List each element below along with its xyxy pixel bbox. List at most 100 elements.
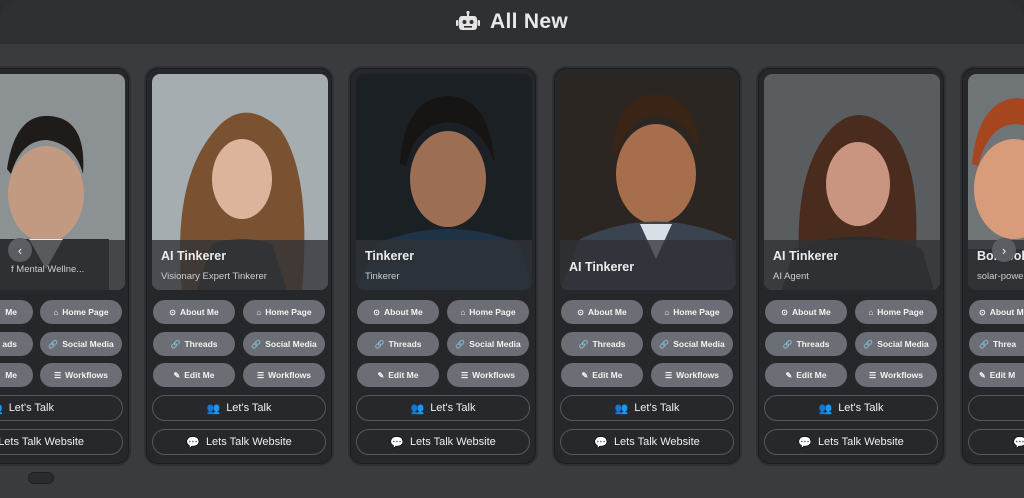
agent-name: AI Tinkerer xyxy=(569,260,635,274)
website-label: Lets Talk Website xyxy=(409,436,496,448)
edit-me-button[interactable]: ✎ Edit Me xyxy=(357,363,439,387)
website-label: Lets Talk Website xyxy=(0,436,84,448)
edit-icon: ✎ xyxy=(785,370,793,380)
carousel-next-button[interactable]: › xyxy=(992,238,1016,262)
threads-button[interactable]: 🔗 Threads xyxy=(765,332,847,356)
edit-me-button[interactable]: ✎ Edit M xyxy=(969,363,1024,387)
social-media-button[interactable]: 🔗 Social Media xyxy=(855,332,937,356)
workflows-button[interactable]: ☰ Workflows xyxy=(40,363,122,387)
agent-role: solar-power xyxy=(977,271,1024,282)
threads-button[interactable]: 🔗 Threa xyxy=(969,332,1024,356)
edit-me-label: Me xyxy=(5,370,17,380)
link-icon: 🔗 xyxy=(659,339,670,349)
about-me-button[interactable]: ⊙ About Me xyxy=(561,300,643,324)
social-media-label: Social Media xyxy=(62,339,114,349)
agent-card[interactable]: AI Tinkerer AI Agent ⊙ About Me ⌂ Home Pag… xyxy=(758,68,944,464)
home-page-button[interactable]: ⌂ Home Page xyxy=(651,300,733,324)
edit-me-button[interactable]: Me xyxy=(0,363,33,387)
lets-talk-button[interactable]: 👥 Let's Talk xyxy=(152,395,326,421)
about-me-button[interactable]: ⊙ About Me xyxy=(765,300,847,324)
agent-card[interactable]: Bob Bols solar-power ⊙About M 🔗Threa ✎Ed… xyxy=(962,68,1024,464)
chat-icon: 💬 xyxy=(798,436,812,449)
about-me-label: Me xyxy=(5,307,17,317)
agent-name: AI Tinkerer xyxy=(161,249,227,263)
threads-button[interactable]: 🔗 Threads xyxy=(561,332,643,356)
agent-card[interactable]: AI Tinkerer Visionary Expert Tinkerer ⊙ A… xyxy=(146,68,332,464)
carousel-prev-button[interactable]: ‹ xyxy=(8,238,32,262)
social-media-button[interactable]: 🔗 Social Media xyxy=(243,332,325,356)
website-button[interactable]: 💬 Lets Talk Website xyxy=(560,429,734,455)
about-me-button[interactable]: ⊙ About Me xyxy=(357,300,439,324)
lets-talk-label: Let's Talk xyxy=(8,402,54,414)
website-button[interactable]: Lets Talk Website xyxy=(0,429,123,455)
home-page-label: Home Page xyxy=(265,307,312,317)
link-icon: 🔗 xyxy=(48,339,59,349)
workflows-label: Workflows xyxy=(268,370,311,380)
home-page-label: Home Page xyxy=(673,307,720,317)
home-icon: ⌂ xyxy=(868,307,874,317)
people-icon: 👥 xyxy=(0,402,3,415)
play-circle-icon: ⊙ xyxy=(373,307,380,317)
about-me-button[interactable]: ⊙ About Me xyxy=(153,300,235,324)
people-icon: 👥 xyxy=(410,402,425,415)
website-button[interactable]: 💬 xyxy=(968,429,1024,455)
threads-button[interactable]: 🔗 Threads xyxy=(357,332,439,356)
people-icon: 👥 xyxy=(614,402,629,415)
play-circle-icon: ⊙ xyxy=(169,307,176,317)
home-page-button[interactable]: ⌂ Home Page xyxy=(243,300,325,324)
workflows-label: Workflows xyxy=(472,370,515,380)
home-page-button[interactable]: ⌂ Home Page xyxy=(40,300,122,324)
people-icon: 👥 xyxy=(818,402,833,415)
link-icon: 🔗 xyxy=(374,339,385,349)
home-page-button[interactable]: ⌂ Home Page xyxy=(447,300,529,324)
edit-me-button[interactable]: ✎ Edit Me xyxy=(765,363,847,387)
workflows-button[interactable]: ☰ Workflows xyxy=(447,363,529,387)
threads-label: ads xyxy=(2,339,17,349)
list-icon: ☰ xyxy=(869,370,877,380)
social-media-label: Social Media xyxy=(877,339,929,349)
lets-talk-label: Let's Talk xyxy=(838,402,884,414)
agent-card[interactable]: f Mental Wellne... Me ⌂ Home Page ads 🔗 So… xyxy=(0,68,129,464)
about-me-button[interactable]: Me xyxy=(0,300,33,324)
lets-talk-button[interactable]: 👥 Let's Talk xyxy=(764,395,938,421)
carousel-panel: All New f Mental Wellne... Me ⌂ Home Page… xyxy=(0,0,1024,498)
social-media-button[interactable]: 🔗 Social Media xyxy=(447,332,529,356)
agent-name: Tinkerer xyxy=(365,249,415,263)
workflows-button[interactable]: ☰ Workflows xyxy=(651,363,733,387)
home-page-label: Home Page xyxy=(62,307,109,317)
chat-icon: 💬 xyxy=(1013,436,1024,449)
agent-card[interactable]: AI Tinkerer ⊙ About Me ⌂ Home Page 🔗 Thread… xyxy=(554,68,740,464)
chat-icon: 💬 xyxy=(594,436,608,449)
website-button[interactable]: 💬 Lets Talk Website xyxy=(356,429,530,455)
lets-talk-button[interactable]: 👥 Let's Talk xyxy=(0,395,123,421)
link-icon: 🔗 xyxy=(863,339,874,349)
agent-nameplate: AI Tinkerer AI Agent xyxy=(764,240,940,290)
edit-icon: ✎ xyxy=(377,370,385,380)
workflows-button[interactable]: ☰ Workflows xyxy=(243,363,325,387)
lets-talk-button[interactable]: 👥 Let's Talk xyxy=(356,395,530,421)
workflows-label: Workflows xyxy=(65,370,108,380)
about-me-button[interactable]: ⊙ About M xyxy=(969,300,1024,324)
link-icon: 🔗 xyxy=(578,339,589,349)
social-media-button[interactable]: 🔗 Social Media xyxy=(40,332,122,356)
edit-icon: ✎ xyxy=(979,370,986,380)
lets-talk-button[interactable]: 👥 Let's Talk xyxy=(560,395,734,421)
threads-label: Threads xyxy=(184,339,218,349)
social-media-button[interactable]: 🔗 Social Media xyxy=(651,332,733,356)
website-button[interactable]: 💬 Lets Talk Website xyxy=(764,429,938,455)
agent-nameplate: AI Tinkerer Visionary Expert Tinkerer xyxy=(152,240,328,290)
home-page-button[interactable]: ⌂ Home Page xyxy=(855,300,937,324)
website-button[interactable]: 💬 Lets Talk Website xyxy=(152,429,326,455)
link-icon: 🔗 xyxy=(251,339,262,349)
edit-me-button[interactable]: ✎ Edit Me xyxy=(561,363,643,387)
workflows-button[interactable]: ☰ Workflows xyxy=(855,363,937,387)
lets-talk-button[interactable] xyxy=(968,395,1024,421)
edit-me-button[interactable]: ✎ Edit Me xyxy=(153,363,235,387)
section-title: All New xyxy=(490,10,568,33)
agent-card[interactable]: Tinkerer Tinkerer ⊙ About Me ⌂ Home Page 🔗… xyxy=(350,68,536,464)
threads-label: Threads xyxy=(388,339,422,349)
threads-button[interactable]: 🔗 Threads xyxy=(153,332,235,356)
scrollbar-thumb[interactable] xyxy=(28,472,54,484)
threads-button[interactable]: ads xyxy=(0,332,33,356)
edit-icon: ✎ xyxy=(581,370,589,380)
